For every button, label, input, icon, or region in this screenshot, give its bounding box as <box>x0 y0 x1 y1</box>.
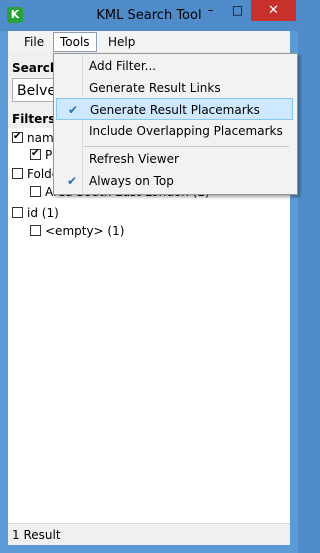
checkbox[interactable] <box>12 130 23 144</box>
checkbox[interactable] <box>30 147 41 161</box>
checkmark-icon: ✔ <box>67 103 79 117</box>
menu-item-label: Always on Top <box>89 174 174 188</box>
tree-node-label: <empty> (1) <box>45 224 125 238</box>
search-label: Search <box>12 61 59 75</box>
menu-file[interactable]: File <box>18 33 50 51</box>
tools-dropdown-menu: Add Filter... Generate Result Links ✔ Ge… <box>53 53 298 195</box>
checkbox[interactable] <box>30 225 41 236</box>
menu-item-label: Generate Result Links <box>89 81 221 95</box>
menu-item-label: Include Overlapping Placemarks <box>89 124 283 138</box>
menu-item-label: Add Filter... <box>89 59 157 73</box>
menu-tools[interactable]: Tools <box>53 32 97 52</box>
status-bar: 1 Result <box>8 523 290 545</box>
menu-item-add-filter[interactable]: Add Filter... <box>56 55 293 77</box>
menu-help[interactable]: Help <box>102 33 141 51</box>
menu-separator <box>84 146 289 147</box>
menu-item-generate-result-links[interactable]: Generate Result Links <box>56 77 293 99</box>
tree-node-label: id (1) <box>27 206 59 220</box>
checkbox[interactable] <box>12 168 23 179</box>
title-bar[interactable]: K KML Search Tool – □ ✕ <box>0 0 298 31</box>
minimize-button[interactable]: – <box>197 0 224 21</box>
close-button[interactable]: ✕ <box>251 0 296 21</box>
menu-item-generate-result-placemarks[interactable]: ✔ Generate Result Placemarks <box>56 98 293 120</box>
tree-node-label: P <box>45 148 53 162</box>
app-window: K KML Search Tool – □ ✕ File Tools Help … <box>0 0 298 553</box>
menu-item-label: Refresh Viewer <box>89 152 179 166</box>
filters-label: Filters <box>12 112 56 126</box>
checkbox[interactable] <box>12 207 23 218</box>
menu-bar: File Tools Help <box>8 31 290 52</box>
checkmark-icon: ✔ <box>66 174 78 188</box>
checkbox[interactable] <box>30 186 41 197</box>
menu-item-include-overlapping-placemarks[interactable]: Include Overlapping Placemarks <box>56 120 293 142</box>
menu-item-always-on-top[interactable]: ✔ Always on Top <box>56 170 293 192</box>
maximize-button[interactable]: □ <box>224 0 251 21</box>
menu-item-refresh-viewer[interactable]: Refresh Viewer <box>56 148 293 170</box>
menu-item-label: Generate Result Placemarks <box>90 103 260 117</box>
